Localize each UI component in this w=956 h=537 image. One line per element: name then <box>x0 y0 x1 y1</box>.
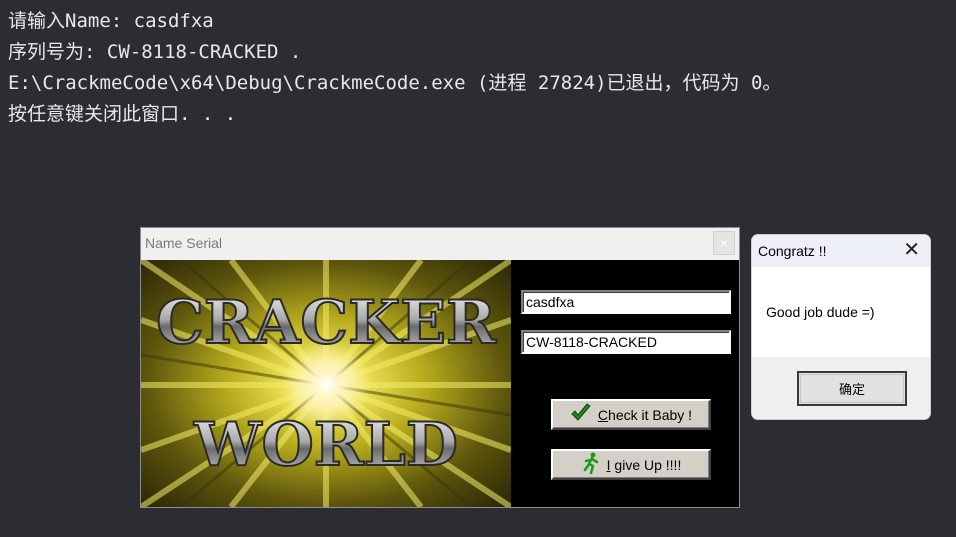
console-line: 序列号为: CW-8118-CRACKED . <box>8 41 302 63</box>
name-serial-dialog: Name Serial × CRACKER WORLD casdfxa CW-8… <box>140 227 740 508</box>
check-button-label: Check it Baby ! <box>597 406 693 423</box>
serial-input[interactable]: CW-8118-CRACKED <box>521 330 731 354</box>
running-man-icon <box>581 452 601 477</box>
console-line: E:\CrackmeCode\x64\Debug\CrackmeCode.exe… <box>8 72 782 94</box>
console-output: 请输入Name: casdfxa 序列号为: CW-8118-CRACKED .… <box>8 6 781 130</box>
give-up-button-label: I give Up !!!! <box>606 456 682 473</box>
message-title-bar[interactable]: Congratz !! ✕ <box>752 235 930 267</box>
give-up-button[interactable]: I give Up !!!! <box>551 449 711 480</box>
banner-title-bottom: WORLD <box>193 410 458 480</box>
close-icon[interactable]: ✕ <box>903 240 920 260</box>
name-input[interactable]: casdfxa <box>521 290 731 314</box>
message-title: Congratz !! <box>758 243 827 259</box>
check-it-baby-button[interactable]: Check it Baby ! <box>551 399 711 430</box>
congratz-message-box: Congratz !! ✕ Good job dude =) 确定 <box>751 234 931 420</box>
console-line: 按任意键关闭此窗口. . . <box>8 103 237 125</box>
dialog-title: Name Serial <box>145 235 223 251</box>
message-text: Good job dude =) <box>766 304 875 320</box>
dialog-title-bar[interactable]: Name Serial × <box>141 228 739 260</box>
ok-button[interactable]: 确定 <box>797 371 907 406</box>
console-line: 请输入Name: casdfxa <box>8 10 214 32</box>
message-footer: 确定 <box>752 357 930 419</box>
banner-title-top: CRACKER <box>156 288 497 358</box>
cracker-world-banner: CRACKER WORLD <box>141 260 511 507</box>
dialog-close-button[interactable]: × <box>713 231 735 255</box>
checkmark-icon <box>570 403 592 426</box>
